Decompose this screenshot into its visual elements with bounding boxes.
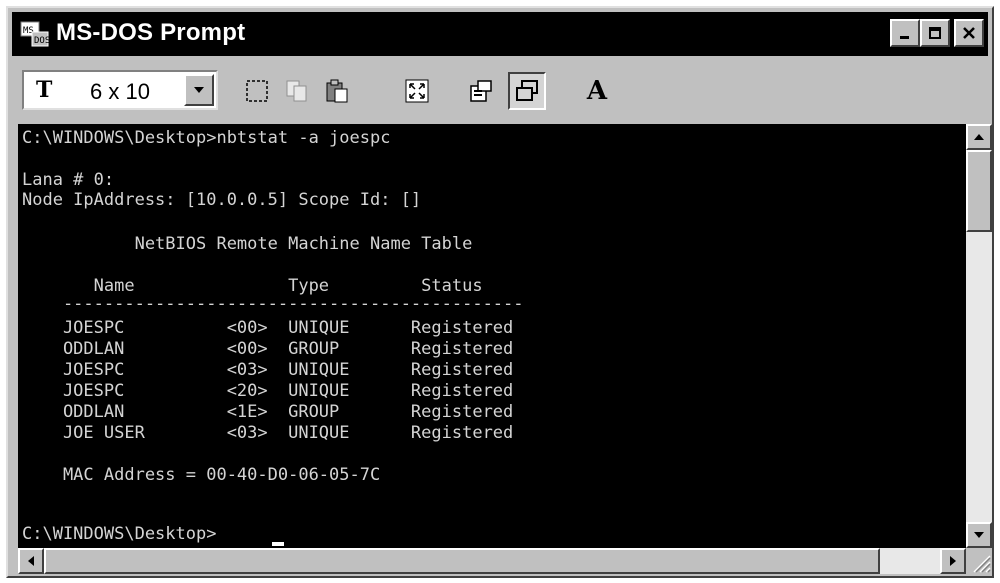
- close-icon: [963, 27, 975, 39]
- console-output[interactable]: C:\WINDOWS\Desktop>nbtstat -a joespc Lan…: [18, 124, 966, 548]
- font-size-value: 6 x 10: [90, 79, 150, 104]
- table-divider: ----------------------------------------…: [22, 294, 524, 314]
- font-icon: A: [586, 76, 608, 106]
- mac-address: MAC Address = 00-40-D0-06-05-7C: [22, 465, 381, 485]
- title-bar[interactable]: MS DOS MS-DOS Prompt: [12, 12, 988, 56]
- horizontal-scroll-thumb[interactable]: [44, 548, 880, 574]
- command-prompt: C:\WINDOWS\Desktop>: [22, 524, 217, 544]
- table-row: JOESPC <00> UNIQUE Registered: [22, 318, 514, 338]
- ms-dos-icon: MS DOS: [20, 21, 50, 47]
- ms-dos-window: MS DOS MS-DOS Prompt T 6 x 10 A C:\WINDO…: [6, 6, 994, 578]
- close-button[interactable]: [954, 19, 984, 47]
- console-line: Lana # 0:: [22, 170, 115, 190]
- restore-button[interactable]: [920, 19, 950, 47]
- window-title: MS-DOS Prompt: [56, 19, 246, 46]
- arrow-up-icon: [974, 134, 984, 140]
- table-row: ODDLAN <00> GROUP Registered: [22, 339, 514, 359]
- scroll-up-button[interactable]: [966, 124, 992, 150]
- scroll-right-button[interactable]: [940, 548, 966, 574]
- console-line: Node IpAddress: [10.0.0.5] Scope Id: []: [22, 190, 422, 210]
- restore-icon: [929, 27, 941, 39]
- arrow-right-icon: [950, 556, 956, 566]
- svg-text:DOS: DOS: [34, 36, 50, 46]
- mark-icon: [246, 80, 268, 102]
- table-header: Name Type Status: [22, 276, 483, 296]
- resize-grip-icon: [973, 555, 991, 573]
- copy-icon: [286, 80, 307, 102]
- scroll-left-button[interactable]: [18, 548, 44, 574]
- scroll-down-button[interactable]: [966, 522, 992, 548]
- font-size-select[interactable]: T 6 x 10: [22, 70, 218, 110]
- copy-button[interactable]: [278, 72, 316, 110]
- vertical-scroll-thumb[interactable]: [966, 150, 992, 232]
- vertical-scrollbar[interactable]: [966, 124, 992, 548]
- properties-icon: [470, 80, 492, 102]
- arrow-down-icon: [974, 532, 984, 538]
- background-button[interactable]: [508, 72, 546, 110]
- table-row: ODDLAN <1E> GROUP Registered: [22, 402, 514, 422]
- table-row: JOESPC <20> UNIQUE Registered: [22, 381, 514, 401]
- horizontal-scrollbar[interactable]: [18, 548, 966, 574]
- mark-button[interactable]: [238, 72, 276, 110]
- background-icon: [516, 80, 538, 101]
- properties-button[interactable]: [462, 72, 500, 110]
- arrow-left-icon: [28, 556, 34, 566]
- table-title: NetBIOS Remote Machine Name Table: [22, 234, 473, 254]
- table-row: JOE USER <03> UNIQUE Registered: [22, 423, 514, 443]
- toolbar: T 6 x 10 A: [12, 60, 988, 120]
- fullscreen-icon: [405, 79, 429, 103]
- table-row: JOESPC <03> UNIQUE Registered: [22, 360, 514, 380]
- minimize-button[interactable]: [890, 19, 920, 47]
- truetype-font-icon: T: [36, 77, 53, 103]
- text-cursor: [272, 542, 284, 546]
- chevron-down-icon: [194, 87, 204, 93]
- paste-button[interactable]: [318, 72, 356, 110]
- console-line: C:\WINDOWS\Desktop>nbtstat -a joespc: [22, 128, 391, 148]
- paste-icon: [326, 79, 348, 103]
- fullscreen-button[interactable]: [398, 72, 436, 110]
- resize-grip[interactable]: [966, 548, 992, 574]
- font-size-dropdown-button[interactable]: [184, 74, 214, 106]
- minimize-icon: [900, 36, 909, 39]
- font-button[interactable]: A: [578, 72, 616, 110]
